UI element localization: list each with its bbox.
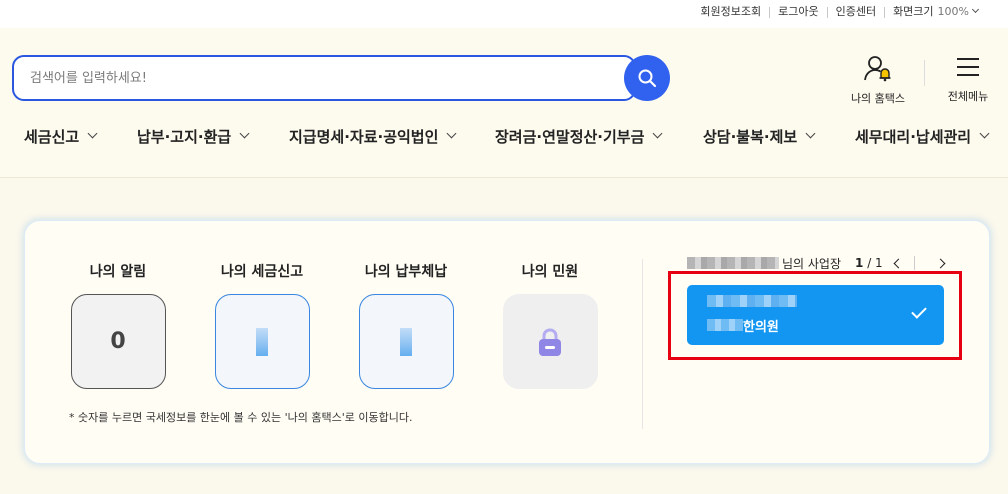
member-info-link[interactable]: 회원정보조회 <box>692 5 769 19</box>
logout-link[interactable]: 로그아웃 <box>770 5 826 19</box>
chevron-down-icon <box>239 128 250 139</box>
site-header: 나의 홈택스 전체메뉴 세금신고 납부·고지·환급 지급명세·자료·공익법인 장… <box>0 28 1008 178</box>
chevron-down-icon <box>446 128 457 139</box>
tile-my-alarm: 나의 알림 0 <box>63 261 173 389</box>
tile-my-payment: 나의 납부체납 <box>351 261 461 389</box>
chevron-left-icon[interactable] <box>893 258 904 268</box>
nav-item-tax-filing[interactable]: 세금신고 <box>24 126 98 147</box>
zoom-label: 화면크기 <box>893 5 934 18</box>
main-navigation: 세금신고 납부·고지·환급 지급명세·자료·공익법인 장려금·연말정산·기부금 … <box>0 126 1008 156</box>
utility-bar: 회원정보조회 로그아웃 인증센터 화면크기 100% <box>0 0 1008 28</box>
zoom-select[interactable]: 화면크기 100% <box>885 5 986 19</box>
nav-item-consulting[interactable]: 상담·불복·제보 <box>703 126 816 147</box>
nav-item-incentives[interactable]: 장려금·연말정산·기부금 <box>495 126 663 147</box>
pager-divider <box>913 256 915 270</box>
business-header: 님의 사업장 1 / 1 <box>687 253 977 273</box>
chevron-down-icon <box>87 128 98 139</box>
nav-item-label: 장려금·연말정산·기부금 <box>495 128 645 146</box>
header-divider <box>924 60 925 86</box>
all-menu-button[interactable]: 전체메뉴 <box>940 54 996 104</box>
search-button[interactable] <box>624 55 670 101</box>
hamburger-menu-icon <box>957 58 979 76</box>
nav-item-label: 지급명세·자료·공익법인 <box>289 128 439 146</box>
page-current: 1 <box>855 256 864 270</box>
business-pager: 1 / 1 <box>855 256 946 270</box>
nav-item-label: 세무대리·납세관리 <box>855 128 972 146</box>
my-dashboard-card: 나의 알림 0 나의 세금신고 나의 납부체납 나의 민원 * 숫자를 누르면 … <box>24 220 990 464</box>
business-header-label: 님의 사업장 <box>782 256 842 271</box>
chevron-right-icon[interactable] <box>935 258 946 268</box>
chevron-down-icon <box>979 128 990 139</box>
alarm-count: 0 <box>110 329 126 354</box>
nav-item-statements[interactable]: 지급명세·자료·공익법인 <box>289 126 457 147</box>
alarm-count-tile[interactable]: 0 <box>70 294 166 389</box>
my-hometax-label: 나의 홈택스 <box>850 92 906 105</box>
highlight-box <box>668 271 962 360</box>
nav-item-label: 상담·불복·제보 <box>703 128 798 146</box>
nav-item-label: 세금신고 <box>24 128 80 146</box>
civil-petition-tile[interactable] <box>502 294 598 389</box>
nav-item-tax-agent[interactable]: 세무대리·납세관리 <box>855 126 990 147</box>
payment-count-tile[interactable] <box>358 294 454 389</box>
lock-icon <box>539 327 561 356</box>
tile-my-tax-filing: 나의 세금신고 <box>207 261 317 389</box>
tile-title: 나의 민원 <box>521 264 579 280</box>
chevron-down-icon <box>805 128 816 139</box>
chevron-down-icon <box>652 128 663 139</box>
auth-center-link[interactable]: 인증센터 <box>828 5 884 19</box>
chevron-down-icon <box>971 5 980 14</box>
search-input[interactable] <box>30 67 590 89</box>
tax-filing-count-tile[interactable] <box>214 294 310 389</box>
utility-links: 회원정보조회 로그아웃 인증센터 화면크기 100% <box>692 5 986 19</box>
nav-item-payment[interactable]: 납부·고지·환급 <box>137 126 250 147</box>
search-box <box>12 55 636 101</box>
tile-title: 나의 세금신고 <box>220 264 304 280</box>
nav-item-label: 납부·고지·환급 <box>137 128 232 146</box>
dashboard-footnote: * 숫자를 누르면 국세정보를 한눈에 볼 수 있는 '나의 홈택스'로 이동합… <box>69 411 413 424</box>
user-bell-icon <box>864 56 891 82</box>
my-hometax-button[interactable]: 나의 홈택스 <box>846 54 910 106</box>
page-total: / 1 <box>867 256 883 270</box>
redacted-count <box>400 327 412 356</box>
search-icon <box>638 69 657 88</box>
tile-title: 나의 납부체납 <box>364 264 448 280</box>
all-menu-label: 전체메뉴 <box>947 90 989 103</box>
redacted-count <box>256 327 268 356</box>
tile-my-civil-petition: 나의 민원 <box>495 261 605 389</box>
card-divider <box>642 259 643 429</box>
zoom-value: 100% <box>937 5 969 18</box>
tile-title: 나의 알림 <box>89 264 147 280</box>
redacted-user-name <box>687 257 779 269</box>
